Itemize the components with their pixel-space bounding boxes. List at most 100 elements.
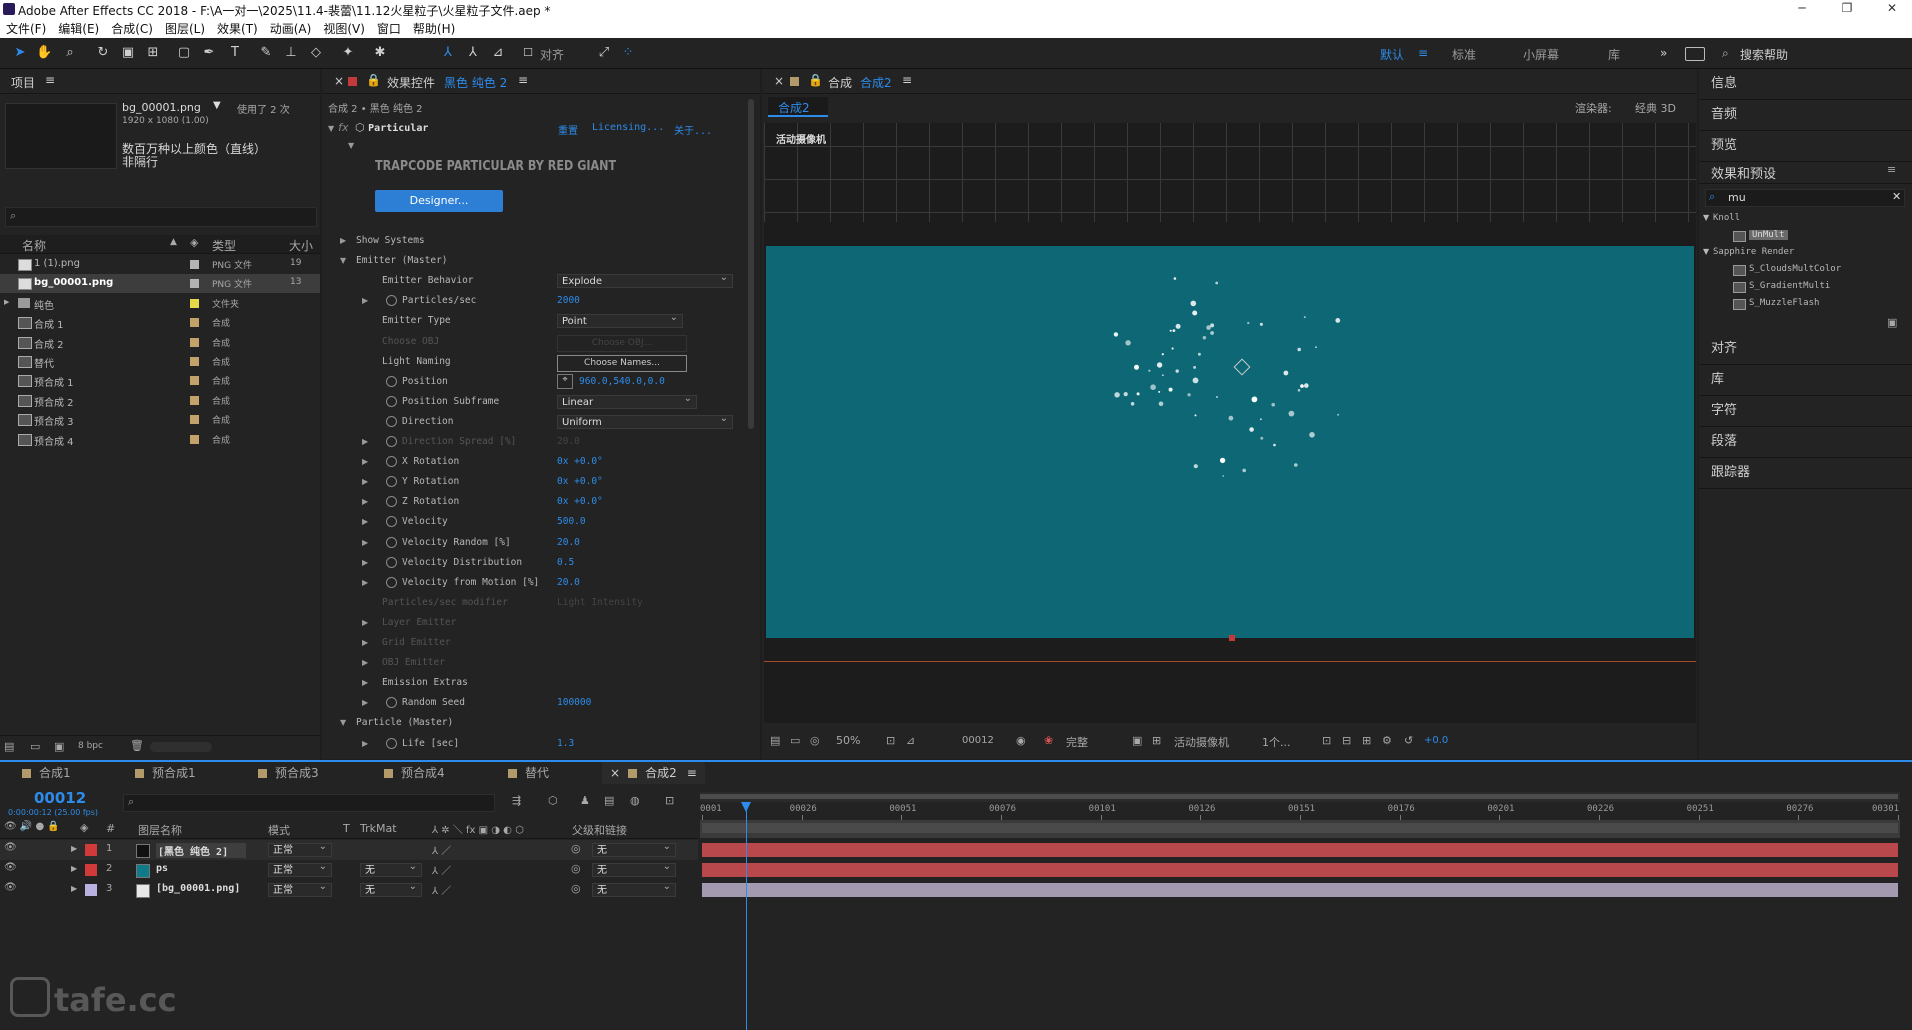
- always-preview-icon[interactable]: ▤: [770, 734, 780, 747]
- workspace-standard[interactable]: 标准: [1452, 46, 1476, 63]
- effect-property-value[interactable]: 2000: [557, 295, 580, 306]
- effect-property-dropdown[interactable]: Explode: [557, 271, 733, 289]
- lock-icon[interactable]: 🔒: [808, 73, 823, 87]
- collapse-arrow-icon[interactable]: ▼: [328, 124, 334, 133]
- label-color-swatch[interactable]: [190, 279, 199, 289]
- effect-property-row[interactable]: ▶ Random Seed 100000: [322, 694, 754, 714]
- world-axis-icon[interactable]: ⅄: [465, 45, 481, 61]
- layer-parent-dropdown[interactable]: 无: [592, 840, 676, 857]
- menu-item-0[interactable]: 文件(F): [0, 18, 52, 37]
- layer-switches-icons[interactable]: ⅄ ／: [432, 842, 451, 857]
- layer-name[interactable]: ps: [156, 863, 168, 874]
- clone-stamp-tool-icon[interactable]: ⊥: [283, 45, 299, 61]
- effect-property-value[interactable]: 960.0,540.0,0.0: [579, 376, 665, 387]
- col-size[interactable]: 大小: [289, 237, 313, 254]
- new-preset-icon[interactable]: ▣: [1887, 316, 1897, 329]
- minimize-button[interactable]: ─: [1787, 1, 1817, 15]
- menu-item-2[interactable]: 合成(C): [105, 18, 159, 37]
- timeline-tab[interactable]: × 合成2 ≡: [602, 762, 705, 784]
- layer-parent-dropdown[interactable]: 无: [592, 880, 676, 897]
- stopwatch-icon[interactable]: [386, 697, 397, 709]
- visibility-eye-icon[interactable]: 👁: [4, 842, 17, 853]
- fit-icon[interactable]: ⊡: [886, 734, 895, 747]
- right-panel-item[interactable]: 对齐: [1699, 334, 1912, 365]
- expand-arrow-icon[interactable]: ▶: [362, 296, 368, 305]
- expand-arrow-icon[interactable]: ▶: [362, 658, 368, 667]
- expand-arrow-icon[interactable]: ▶: [71, 864, 77, 873]
- close-tab-icon[interactable]: ×: [610, 766, 620, 780]
- effect-property-value[interactable]: 1.3: [557, 738, 574, 749]
- timeline-tab[interactable]: 预合成1: [135, 762, 196, 784]
- label-color-swatch[interactable]: [190, 395, 199, 405]
- effect-property-row[interactable]: ▶ Z Rotation 0x +0.0°: [322, 493, 754, 513]
- snapshot-icon[interactable]: ◉: [1016, 734, 1026, 747]
- label-color-swatch[interactable]: [190, 298, 199, 308]
- effect-property-row[interactable]: ▼ Particle (Master): [322, 714, 754, 734]
- project-item[interactable]: 预合成 3 合成: [0, 410, 320, 429]
- monitor-icon[interactable]: ▭: [790, 734, 800, 747]
- workspace-more-button[interactable]: »: [1660, 46, 1667, 60]
- exposure-value[interactable]: +0.0: [1424, 735, 1448, 746]
- draft-3d-icon[interactable]: ⬡: [548, 794, 558, 807]
- pen-tool-icon[interactable]: ✒: [201, 45, 217, 61]
- visibility-eye-icon[interactable]: 👁: [4, 862, 17, 873]
- effects-tree-item[interactable]: S_MuzzleFlash: [1699, 296, 1912, 313]
- label-color-swatch[interactable]: [190, 357, 199, 366]
- stopwatch-icon[interactable]: [386, 395, 397, 407]
- time-ruler[interactable]: 0001 00026 00051 00076 00101 00126 00151 00176 0…: [700, 802, 1900, 820]
- snap-grid-icon[interactable]: ⁘: [620, 45, 636, 61]
- timeline-tab[interactable]: 合成1: [22, 762, 71, 784]
- snap-icon[interactable]: ⤢: [596, 45, 612, 61]
- label-color-swatch[interactable]: [190, 376, 199, 386]
- layer-duration-bar[interactable]: [702, 883, 1898, 897]
- flowchart-icon[interactable]: ⊞: [1362, 734, 1371, 747]
- stopwatch-icon[interactable]: [386, 536, 397, 548]
- effect-property-dropdown[interactable]: Linear: [557, 392, 697, 409]
- panel-menu-icon[interactable]: ≡: [518, 73, 528, 87]
- workspace-small-screen[interactable]: 小屏幕: [1523, 46, 1559, 63]
- effect-property-row[interactable]: ▶ Life [sec] 1.3: [322, 735, 754, 755]
- collapse-arrow-icon[interactable]: ▼: [340, 718, 346, 727]
- layer-name[interactable]: [bg_00001.png]: [156, 883, 240, 894]
- effect-property-dropdown[interactable]: Point: [557, 311, 683, 329]
- frame-blending-icon[interactable]: ▤: [604, 794, 614, 807]
- right-panel-item[interactable]: 预览: [1699, 131, 1912, 162]
- project-item[interactable]: 1 (1).png PNG 文件 19: [0, 255, 320, 274]
- export-icon[interactable]: ⊟: [1342, 734, 1351, 747]
- effect-property-row[interactable]: ▶ Grid Emitter: [322, 634, 754, 654]
- layer-label-color[interactable]: [85, 864, 97, 876]
- collapse-arrow-icon[interactable]: ▼: [340, 256, 346, 265]
- project-item[interactable]: 预合成 2 合成: [0, 391, 320, 410]
- zoom-tool-icon[interactable]: ⌕: [62, 45, 78, 61]
- eraser-tool-icon[interactable]: ◇: [308, 45, 324, 61]
- project-item[interactable]: 替代 合成: [0, 352, 320, 371]
- stopwatch-icon[interactable]: [386, 576, 397, 588]
- close-tab-icon[interactable]: ×: [334, 74, 344, 88]
- effect-controls-scrollbar[interactable]: [748, 99, 754, 429]
- layer-duration-bar[interactable]: [702, 843, 1898, 857]
- stopwatch-icon[interactable]: [386, 436, 397, 447]
- selection-tool-icon[interactable]: ➤: [12, 45, 28, 61]
- label-color-swatch[interactable]: [190, 260, 199, 269]
- panel-menu-icon[interactable]: ≡: [687, 766, 697, 780]
- stopwatch-icon[interactable]: [386, 476, 397, 488]
- close-tab-icon[interactable]: ×: [774, 74, 784, 88]
- vr-icon[interactable]: ◎: [810, 734, 820, 747]
- pickwhip-icon[interactable]: ◎: [571, 862, 581, 875]
- effect-property-row[interactable]: Light Naming Choose Names...: [322, 353, 754, 373]
- label-color-swatch[interactable]: [190, 337, 199, 347]
- work-area-bar[interactable]: [700, 792, 1900, 802]
- effect-property-row[interactable]: ▼ Emitter (Master): [322, 252, 754, 272]
- project-item[interactable]: 合成 2 合成: [0, 333, 320, 352]
- align-checkbox[interactable]: ☐: [520, 45, 536, 61]
- effect-property-dropdown[interactable]: Uniform: [557, 412, 733, 429]
- expand-arrow-icon[interactable]: ▶: [362, 457, 368, 466]
- right-panel-item[interactable]: 跟踪器: [1699, 458, 1912, 489]
- stopwatch-icon[interactable]: [386, 295, 397, 307]
- panel-menu-icon[interactable]: ≡: [902, 73, 912, 87]
- timeline-layer-row[interactable]: 👁 ▶ 2 ps 正常 无 ⅄ ／ ◎ 无: [0, 860, 698, 880]
- menu-item-6[interactable]: 视图(V): [317, 18, 371, 37]
- effect-property-row[interactable]: ▶ X Rotation 0x +0.0°: [322, 453, 754, 473]
- layer-parent-dropdown[interactable]: 无: [592, 860, 676, 877]
- effect-property-value[interactable]: 0x +0.0°: [557, 456, 603, 467]
